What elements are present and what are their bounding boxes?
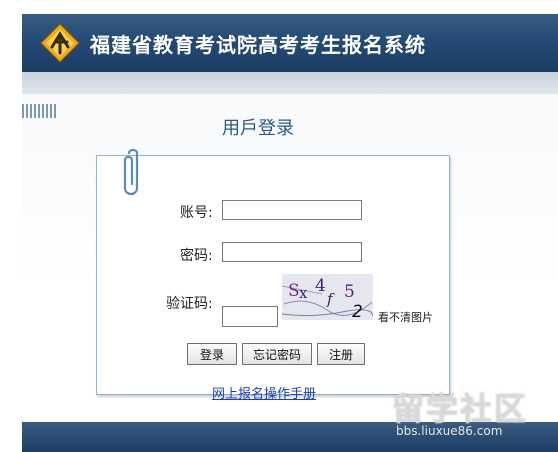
- captcha-char: x: [299, 284, 308, 302]
- login-button[interactable]: 登录: [187, 343, 237, 365]
- header-subbar: [22, 72, 558, 94]
- refresh-captcha-link[interactable]: 看不清图片: [378, 309, 433, 325]
- register-button[interactable]: 注册: [317, 343, 365, 365]
- logo-icon: [40, 23, 80, 63]
- account-label: 账号:: [180, 205, 213, 221]
- captcha-label: 验证码:: [166, 296, 213, 312]
- account-input[interactable]: [222, 200, 362, 220]
- paperclip-icon: [123, 148, 139, 196]
- captcha-char: 5: [344, 282, 355, 302]
- user-manual-link[interactable]: 网上报名操作手册: [212, 383, 316, 402]
- app-header: 福建省教育考试院高考考生报名系统: [22, 14, 558, 72]
- app-title: 福建省教育考试院高考考生报名系统: [90, 33, 426, 57]
- captcha-char: 4: [315, 276, 326, 296]
- captcha-image[interactable]: S x 4 f 5 2: [282, 274, 373, 320]
- password-label: 密码:: [180, 248, 213, 264]
- password-input[interactable]: [222, 242, 362, 262]
- login-title: 用戶登录: [222, 118, 294, 139]
- captcha-char: S: [288, 281, 300, 301]
- captcha-char: 2: [352, 302, 363, 320]
- watermark-url: bbs.liuxue86.com: [396, 424, 503, 438]
- forgot-password-button[interactable]: 忘记密码: [242, 343, 312, 365]
- decorative-stripes: [22, 104, 58, 118]
- captcha-input[interactable]: [222, 306, 278, 327]
